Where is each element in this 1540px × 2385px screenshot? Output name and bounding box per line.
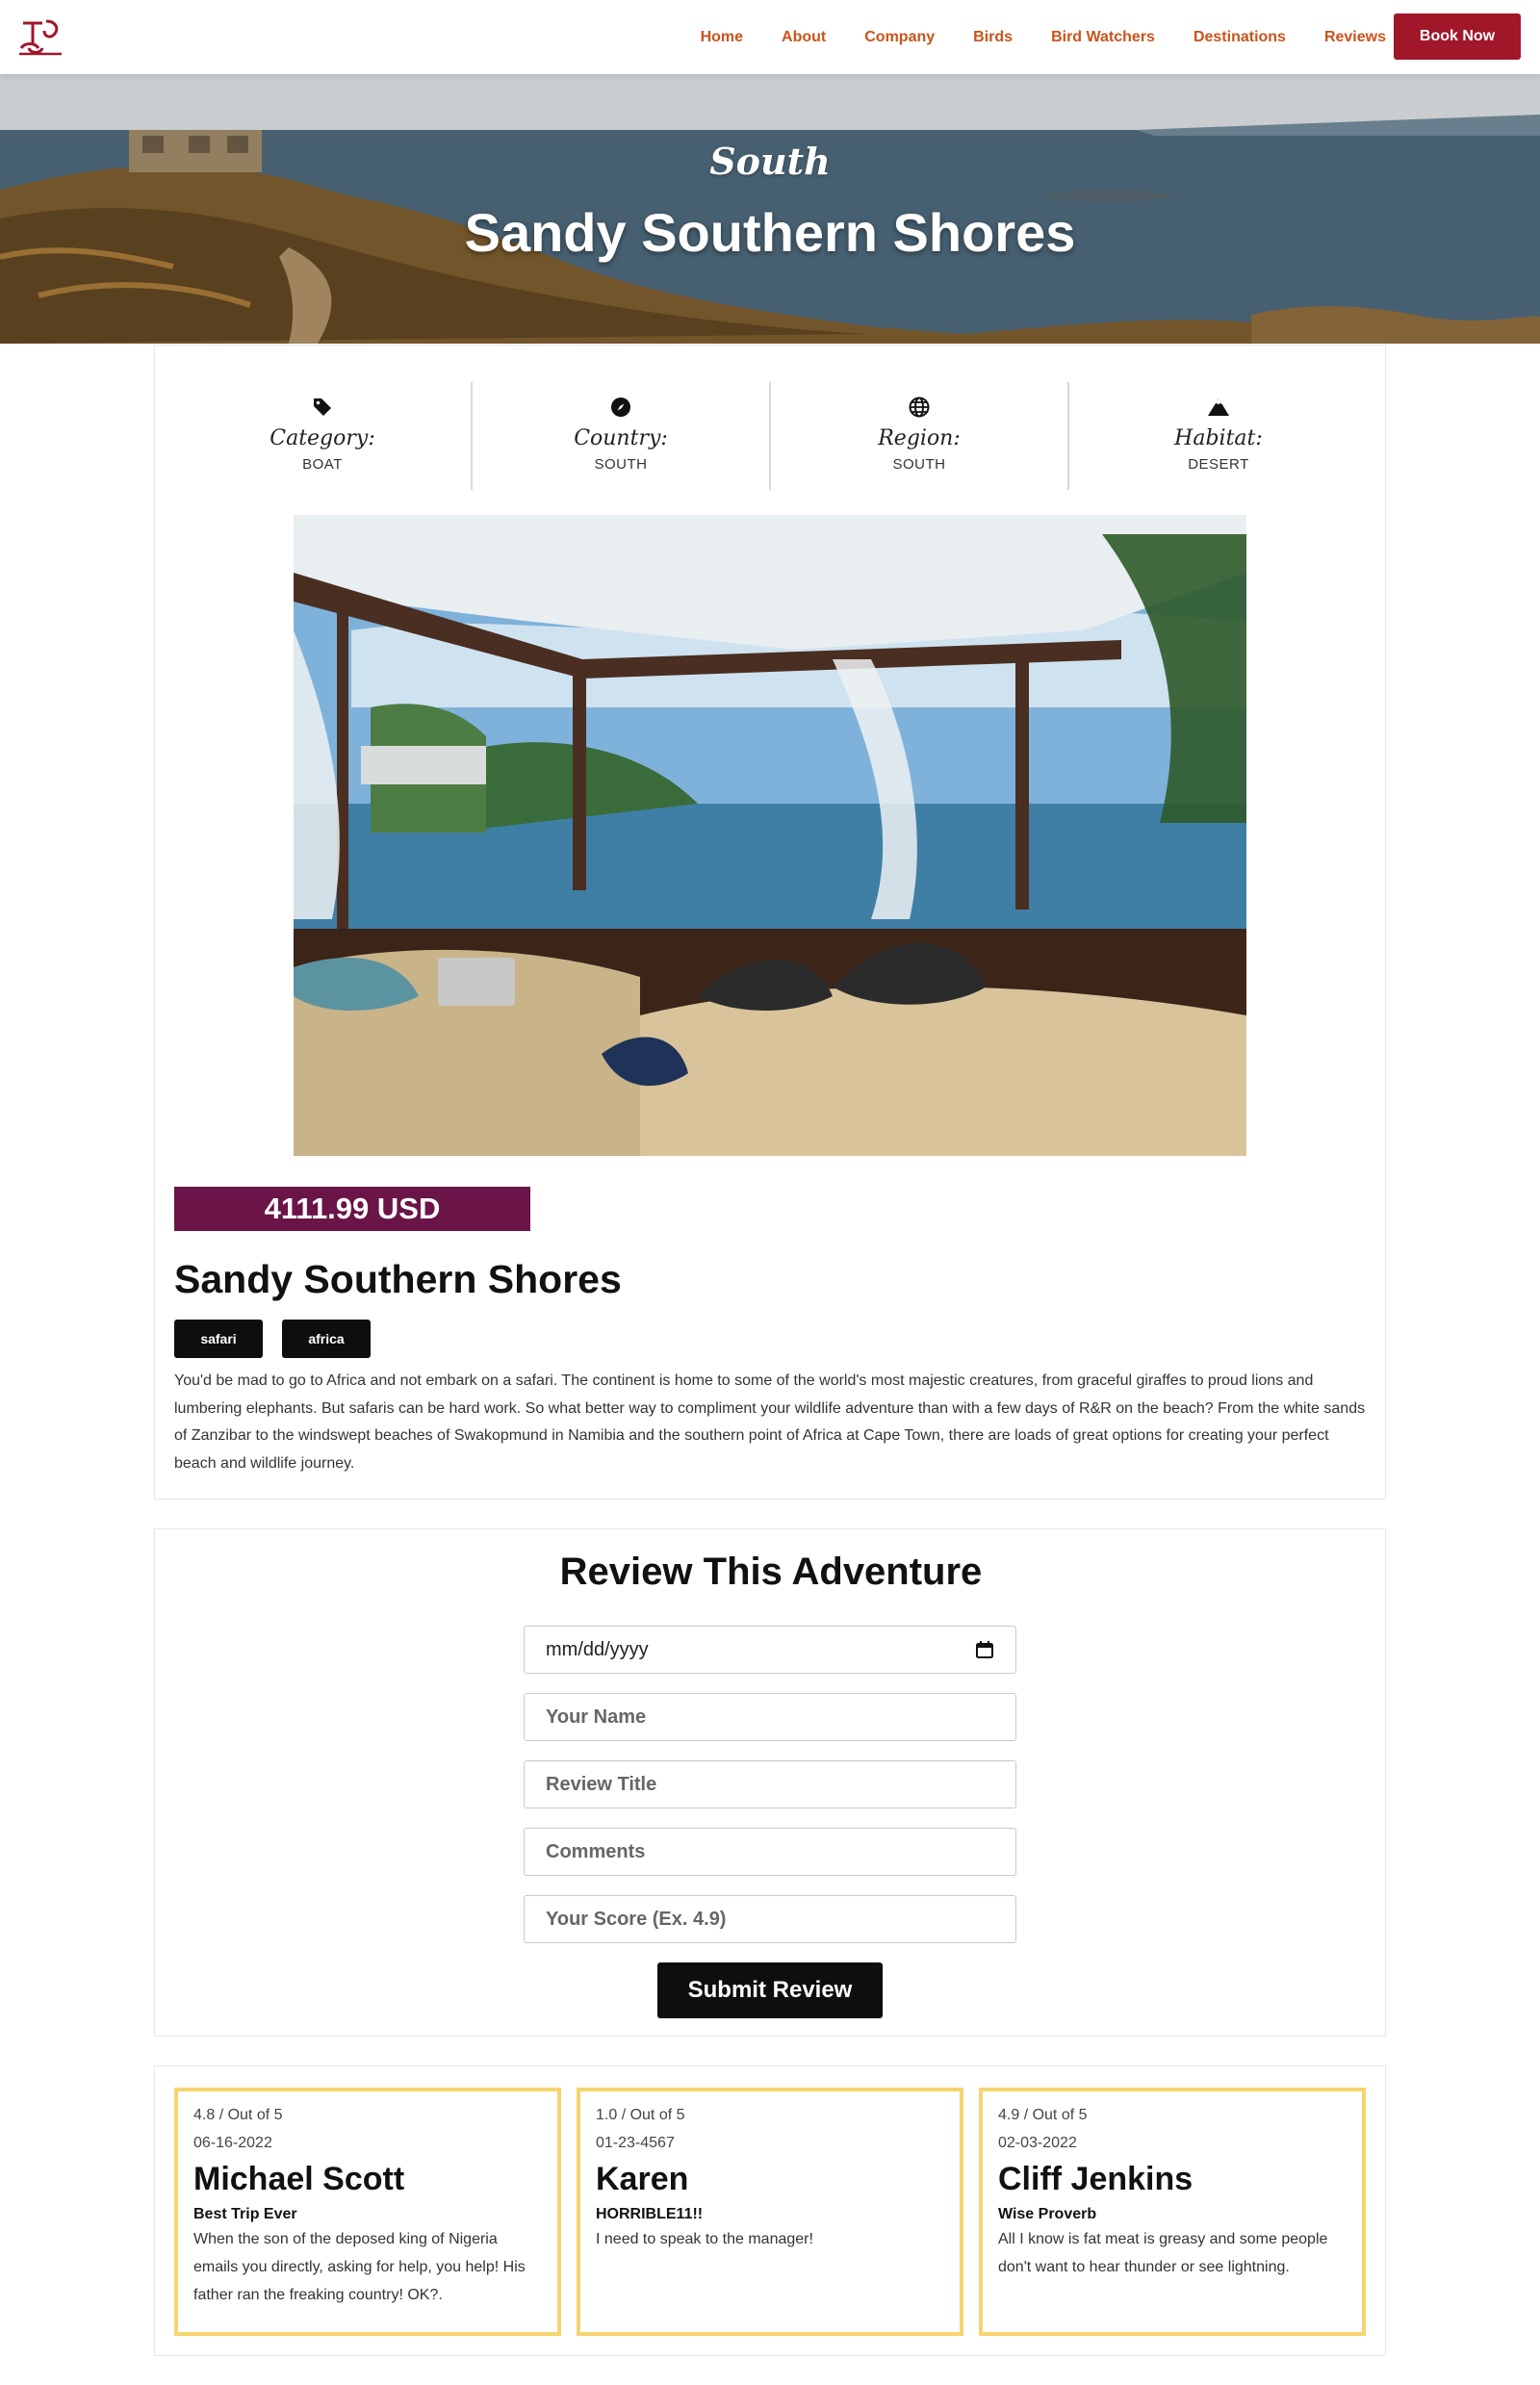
reviewer-name: Michael Scott (193, 2161, 405, 2197)
calendar-icon[interactable] (975, 1640, 994, 1659)
review-title: HORRIBLE11!! (596, 2206, 704, 2222)
comments-input[interactable]: Comments (524, 1828, 1016, 1876)
date-value: mm/dd/yyyy (546, 1638, 649, 1660)
fact-region: Region: SOUTH (771, 382, 1069, 490)
review-score: 4.9 / Out of 5 (998, 2107, 1088, 2123)
review-date: 06-16-2022 (193, 2135, 272, 2151)
top-navbar: Home About Company Birds Bird Watchers D… (0, 0, 1540, 74)
comments-placeholder: Comments (546, 1840, 646, 1862)
reviewer-name: Cliff Jenkins (998, 2161, 1194, 2197)
fact-label: Habitat: (1174, 426, 1263, 450)
nav-about[interactable]: About (782, 29, 826, 46)
nav-company[interactable]: Company (864, 29, 935, 46)
fact-country: Country: SOUTH (473, 382, 771, 490)
mountain-icon (1208, 398, 1229, 416)
score-placeholder: Your Score (Ex. 4.9) (546, 1908, 727, 1930)
name-input[interactable]: Your Name (524, 1693, 1016, 1741)
adventure-title: Sandy Southern Shores (174, 1257, 622, 1301)
compass-icon (611, 398, 630, 417)
review-title-placeholder: Review Title (546, 1773, 657, 1795)
review-date: 02-03-2022 (998, 2135, 1077, 2151)
tag-icon (314, 398, 331, 416)
review-score: 1.0 / Out of 5 (596, 2107, 685, 2123)
nav-home[interactable]: Home (701, 29, 743, 46)
nav-bird-watchers[interactable]: Bird Watchers (1051, 29, 1155, 46)
review-card: 4.8 / Out of 5 06-16-2022 Michael Scott … (174, 2088, 561, 2336)
review-form-card: Review This Adventure mm/dd/yyyy Your Na… (154, 1528, 1386, 2037)
name-placeholder: Your Name (546, 1705, 647, 1728)
tag-africa[interactable]: africa (282, 1320, 371, 1358)
tag-safari[interactable]: safari (174, 1320, 263, 1358)
hero-title: Sandy Southern Shores (464, 202, 1076, 263)
facts-row: Category: BOAT Country: SOUTH Region: SO… (174, 382, 1368, 490)
nav-birds[interactable]: Birds (973, 29, 1013, 46)
review-title: Best Trip Ever (193, 2206, 297, 2222)
globe-icon (909, 397, 930, 418)
nav-reviews[interactable]: Reviews (1324, 29, 1386, 46)
review-body: I need to speak to the manager! (596, 2231, 813, 2247)
hero-banner: South Sandy Southern Shores (0, 74, 1540, 344)
form-title: Review This Adventure (559, 1551, 983, 1593)
fact-value: SOUTH (892, 456, 946, 473)
nav-destinations[interactable]: Destinations (1194, 29, 1286, 46)
nav-links: Home About Company Birds Bird Watchers D… (662, 0, 1386, 74)
adventure-detail-card: Category: BOAT Country: SOUTH Region: SO… (154, 345, 1386, 1500)
reviewer-name: Karen (596, 2161, 689, 2197)
fact-value: SOUTH (594, 456, 648, 473)
fact-category: Category: BOAT (174, 382, 473, 490)
review-title: Wise Proverb (998, 2206, 1097, 2222)
score-input[interactable]: Your Score (Ex. 4.9) (524, 1895, 1016, 1943)
review-title-input[interactable]: Review Title (524, 1760, 1016, 1808)
date-input[interactable]: mm/dd/yyyy (524, 1626, 1016, 1674)
price-badge: 4111.99 USD (174, 1187, 530, 1231)
adventure-description: You'd be mad to go to Africa and not emb… (174, 1372, 1366, 1472)
fact-label: Region: (878, 426, 961, 450)
review-body: All I know is fat meat is greasy and som… (998, 2231, 1328, 2275)
fact-value: BOAT (302, 456, 343, 473)
logo-icon[interactable] (17, 15, 65, 58)
reviews-list: 4.8 / Out of 5 06-16-2022 Michael Scott … (154, 2065, 1386, 2356)
fact-label: Category: (270, 426, 375, 450)
fact-label: Country: (574, 426, 668, 450)
cabana-ocean-image (294, 515, 1246, 1156)
submit-review-button[interactable]: Submit Review (657, 1962, 883, 2018)
destination-photo (294, 515, 1246, 1156)
book-now-button[interactable]: Book Now (1394, 13, 1521, 60)
review-card: 1.0 / Out of 5 01-23-4567 Karen HORRIBLE… (577, 2088, 963, 2336)
review-body: When the son of the deposed king of Nige… (193, 2231, 526, 2303)
fact-value: DESERT (1188, 456, 1249, 473)
tag-list: safari africa (174, 1320, 390, 1358)
review-card: 4.9 / Out of 5 02-03-2022 Cliff Jenkins … (979, 2088, 1366, 2336)
review-score: 4.8 / Out of 5 (193, 2107, 283, 2123)
review-date: 01-23-4567 (596, 2135, 675, 2151)
fact-habitat: Habitat: DESERT (1069, 382, 1368, 490)
hero-subtitle: South (709, 140, 831, 183)
